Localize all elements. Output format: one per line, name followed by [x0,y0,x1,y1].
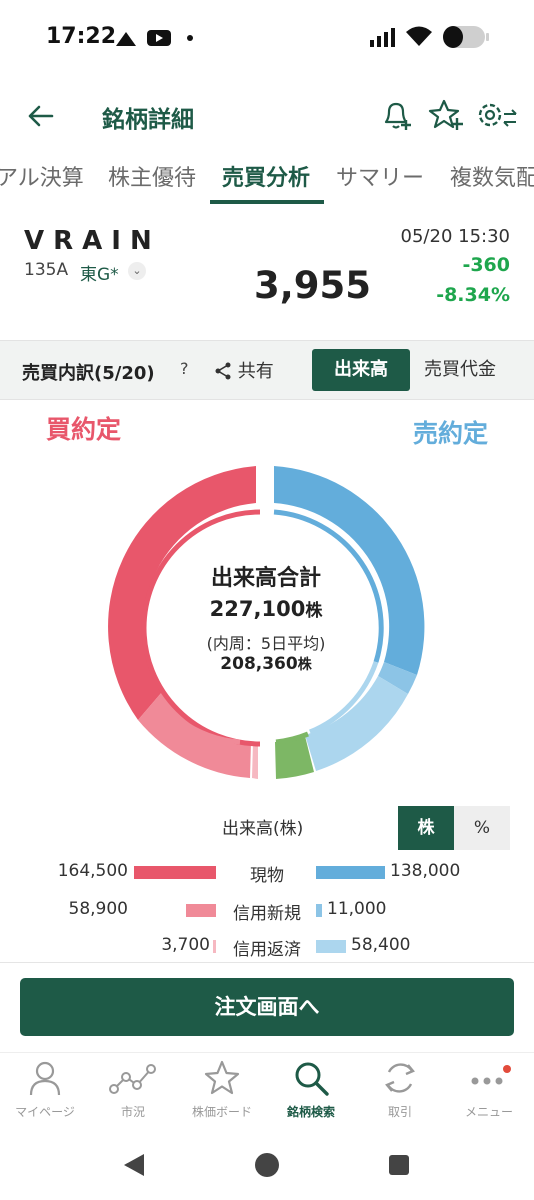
wifi-icon [406,26,432,46]
toggle-trading-value[interactable]: 売買代金 [412,349,508,391]
share-label: 共有 [237,361,274,382]
help-icon[interactable]: ? [180,359,189,378]
nav-menu-label: メニュー [464,1105,513,1119]
share-button[interactable]: 共有 [214,357,274,383]
nav-market-label: 市況 [120,1105,145,1119]
price-change: -360 [462,254,510,276]
nav-my-page[interactable]: マイページ [0,1059,90,1120]
breakdown-bar: 売買内訳(5/20) ? 共有 出来高 売買代金 [0,340,534,400]
person-icon [29,1061,61,1096]
legend-row-margin-new: 58,900 信用新規 11,000 [0,896,534,924]
toggle-volume[interactable]: 出来高 [312,349,410,391]
nav-menu[interactable]: メニュー [444,1059,534,1120]
favorite-add-icon[interactable] [428,98,464,132]
system-navigation [0,1132,534,1200]
sell-side-label: 売約定 [412,419,488,448]
nav-trade-label: 取引 [387,1105,412,1119]
legend-row-spot: 164,500 現物 138,000 [0,858,534,886]
order-screen-button[interactable]: 注文画面へ [20,978,514,1036]
volume-donut-chart: 出来高合計 227,100株 (内周：5日平均) 208,360株 [90,462,442,792]
notification-badge [503,1065,511,1073]
legend-sell-margin-new-value: 11,000 [327,899,387,919]
stock-code: 135A [24,260,69,280]
dot-icon [187,35,193,41]
stock-header: VRAIN 135A 東G* ⌄ 3,955 05/20 15:30 -360 … [0,220,534,330]
status-bar: 17:22 [0,0,534,76]
tab-trade-analysis[interactable]: 売買分析 [222,160,310,192]
youtube-icon [147,30,171,46]
market-selector[interactable]: 東G* [80,260,119,285]
recents-square-icon[interactable] [388,1154,410,1176]
legend-sell-margin-new-bar [316,904,322,917]
nav-trade[interactable]: 取引 [355,1059,445,1120]
active-tab-indicator [210,200,324,204]
status-time: 17:22 [46,24,117,49]
nav-stock-search-label: 銘柄検索 [286,1105,335,1119]
donut-outer-buy-margin-repay [252,742,258,779]
back-triangle-icon[interactable] [122,1152,146,1178]
legend-sell-spot-bar [316,866,385,879]
tab-bar: アル決算 株主優待 売買分析 サマリー 複数気配 [0,160,534,206]
back-arrow-icon[interactable] [26,104,54,128]
avg-volume: 208,360 [220,654,298,674]
unit-shares-button[interactable]: 株 [398,806,454,850]
legend-row-margin-repay: 3,700 信用返済 58,400 [0,932,534,960]
chart-center-total: 227,100株 [90,596,442,621]
divider [0,962,534,963]
tab-summary[interactable]: サマリー [336,160,424,192]
tab-shareholder-benefits[interactable]: 株主優待 [108,160,196,192]
signal-icon [370,28,395,47]
legend-sell-margin-repay-bar [316,940,346,953]
search-icon [295,1062,329,1096]
page-title: 銘柄詳細 [102,107,194,133]
price-datetime: 05/20 15:30 [400,226,510,247]
donut-outer-sell-margin-repay [305,676,408,771]
legend-margin-new-name: 信用新規 [233,904,301,924]
donut-outer-buy-spot [108,466,256,720]
more-dots-icon [471,1065,511,1085]
tab-order-book[interactable]: 複数気配 [450,160,534,192]
nav-stock-search[interactable]: 銘柄検索 [266,1059,356,1120]
home-circle-icon[interactable] [254,1152,280,1178]
notification-icon [116,32,136,46]
nav-stock-board-label: 株価ボード [191,1105,252,1119]
stock-ticker: VRAIN [24,226,161,256]
chart-center-title: 出来高合計 [210,566,321,591]
alert-add-icon[interactable] [380,98,414,132]
donut-svg [108,466,425,779]
nav-stock-board[interactable]: 株価ボード [177,1059,267,1120]
breakdown-title: 売買内訳(5/20) [22,363,155,384]
unit-percent-button[interactable]: % [454,806,510,850]
donut-outer-buy-margin-new [138,692,251,778]
nav-my-page-label: マイページ [15,1105,75,1119]
market-chart-icon [109,1064,156,1094]
legend-sell-margin-repay-value: 58,400 [351,935,411,955]
app-bar: 銘柄詳細 [0,92,534,140]
total-unit: 株 [305,601,323,621]
battery-icon [443,26,489,48]
legend-unit-label: 出来高(株) [222,819,304,839]
inner-ring-note: (内周：5日平均) [206,634,326,653]
refresh-icon [385,1063,415,1093]
stock-price: 3,955 [254,264,372,307]
bottom-navigation: マイページ 市況 株価ボード 銘柄検索 取引 メニュー [0,1052,534,1132]
star-icon [204,1060,240,1095]
nav-market[interactable]: 市況 [88,1059,178,1120]
avg-unit: 株 [297,657,312,673]
inner-ring-total: 208,360株 [90,654,442,674]
tab-financials[interactable]: アル決算 [0,160,84,192]
price-change-percent: -8.34% [436,284,510,306]
buy-side-label: 買約定 [46,415,122,444]
legend-margin-repay-name: 信用返済 [233,940,301,960]
total-volume: 227,100 [209,597,306,621]
chevron-down-icon[interactable]: ⌄ [128,262,146,280]
legend-sell-spot-value: 138,000 [390,861,461,881]
share-icon [215,362,231,380]
settings-sort-icon[interactable] [474,98,518,132]
